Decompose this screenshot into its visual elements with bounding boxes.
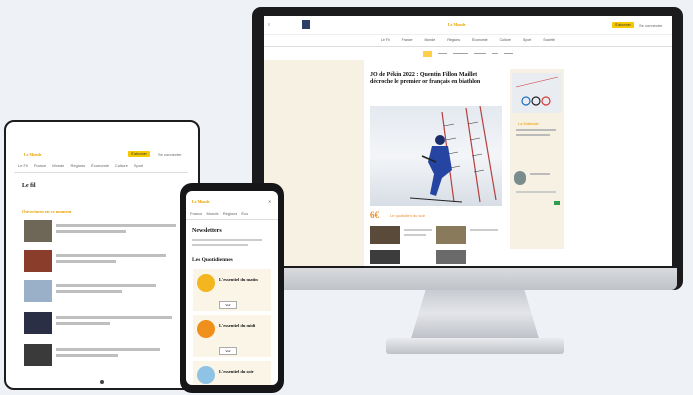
nav-item[interactable]: Régions (70, 163, 85, 169)
desktop-screen: ≡ Le Monde S'abonner Se connecter Le Fil… (264, 16, 672, 266)
login-link[interactable]: Se connecter (639, 23, 663, 28)
subnav-item[interactable]: ▬▬▬ (438, 51, 447, 57)
newsletter-card[interactable]: L'essentiel du soirVoir (193, 361, 271, 385)
nav-item[interactable]: Monde (206, 211, 218, 217)
newsletter-button[interactable]: Voir (219, 301, 237, 309)
monitor-stand-base (386, 338, 564, 354)
share-icon[interactable] (554, 201, 560, 205)
list-item[interactable] (22, 342, 188, 368)
nav-item[interactable]: France (34, 163, 46, 169)
subscribe-button[interactable]: S'abonner (612, 22, 634, 28)
newsletters-title: Newsletters (192, 228, 222, 234)
desktop-subnav: ▬▬▬ ▬▬▬▬▬ ▬▬▬▬ ▬▬ ▬▬▬ (264, 51, 672, 57)
monitor-stand-neck (410, 290, 540, 342)
list-item[interactable] (22, 310, 188, 336)
desktop-header: ≡ Le Monde S'abonner Se connecter (264, 16, 672, 35)
nav-item[interactable]: Régions (447, 38, 460, 46)
login-link[interactable]: Se connecter (158, 152, 182, 157)
nav-item[interactable]: France (402, 38, 413, 46)
nav-item[interactable]: Culture (500, 38, 511, 46)
newsletter-label: L'essentiel du midi (219, 323, 256, 328)
subnav-item[interactable] (422, 51, 432, 57)
article-thumb[interactable] (436, 226, 466, 244)
promo-text: Le quotidien du soir (390, 213, 425, 218)
newsletter-badge-icon (197, 274, 215, 292)
subnav-item[interactable]: ▬▬ (492, 51, 498, 57)
promo-banner[interactable]: 6€ Le quotidien du soir (370, 210, 496, 222)
home-button[interactable] (100, 380, 104, 384)
menu-icon[interactable]: ≡ (268, 22, 270, 27)
nav-item[interactable]: Économie (472, 38, 488, 46)
nav-item[interactable]: Sport (523, 38, 531, 46)
phone-screen: Le Monde ✕ France Monde Régions Éco Newslet… (186, 191, 278, 385)
newsletter-card[interactable]: L'essentiel du midi Voir (193, 315, 271, 357)
section-title: Ouvertures en ce moment (22, 209, 72, 214)
list-item[interactable] (22, 218, 188, 244)
subscribe-button[interactable]: S'abonner (128, 151, 150, 157)
avatar[interactable] (514, 171, 526, 185)
quotidiennes-title: Les Quotidiennes (192, 257, 233, 263)
article-list (22, 218, 188, 376)
nav-item[interactable]: Économie (91, 163, 109, 169)
nav-item[interactable]: France (190, 211, 202, 217)
article-thumb[interactable] (370, 250, 400, 264)
article-grid (370, 226, 504, 266)
phone-nav: France Monde Régions Éco (190, 211, 274, 217)
lead-headline[interactable]: JO de Pékin 2022 : Quentin Fillon Maille… (370, 72, 486, 86)
tablet-nav: Le Fil France Monde Régions Économie Culture S… (18, 163, 184, 169)
nav-item[interactable]: Le Fil (18, 163, 28, 169)
hero-photo-biathlon[interactable] (370, 106, 502, 206)
site-logo[interactable]: Le Monde (448, 22, 465, 27)
nav-item[interactable]: Société (543, 38, 555, 46)
subnav-item[interactable]: ▬▬▬▬▬ (453, 51, 468, 57)
newsletter-label: L'essentiel du matin (219, 277, 258, 282)
tablet-screen: Le Monde S'abonner Se connecter Le Fil Fr… (14, 136, 188, 376)
list-item[interactable] (22, 248, 188, 274)
nav-item[interactable]: Monde (424, 38, 435, 46)
newspaper-icon[interactable] (302, 20, 310, 29)
page-title: Le fil (22, 183, 36, 189)
newsletter-label: L'essentiel du soir (219, 369, 254, 374)
sidebar-caption[interactable]: La Matinale (518, 121, 539, 126)
subnav-item[interactable]: ▬▬▬ (504, 51, 513, 57)
newsletter-badge-icon (197, 320, 215, 338)
nav-item[interactable]: Éco (241, 211, 248, 217)
article-thumb[interactable] (436, 250, 466, 264)
site-logo[interactable]: Le Monde (192, 199, 209, 204)
newsletter-button[interactable]: Voir (219, 347, 237, 355)
nav-item[interactable]: Monde (52, 163, 64, 169)
subnav-item[interactable]: ▬▬▬▬ (474, 51, 486, 57)
desktop-nav: Le Fil France Monde Régions Économie Culture S… (264, 38, 672, 47)
sidebar-photo[interactable] (512, 73, 562, 113)
article-thumb[interactable] (370, 226, 400, 244)
nav-item[interactable]: Sport (134, 163, 144, 169)
close-icon[interactable]: ✕ (268, 199, 271, 204)
promo-number: 6€ (370, 210, 379, 220)
desktop-sidebar: La Matinale (510, 69, 564, 249)
list-item[interactable] (22, 278, 188, 304)
newsletter-card[interactable]: L'essentiel du matin Voir (193, 269, 271, 311)
site-logo[interactable]: Le Monde (24, 152, 41, 157)
newsletter-badge-icon (197, 366, 215, 384)
monitor-chin (258, 268, 677, 290)
nav-item[interactable]: Régions (223, 211, 238, 217)
nav-item[interactable]: Culture (115, 163, 128, 169)
nav-item[interactable]: Le Fil (381, 38, 390, 46)
